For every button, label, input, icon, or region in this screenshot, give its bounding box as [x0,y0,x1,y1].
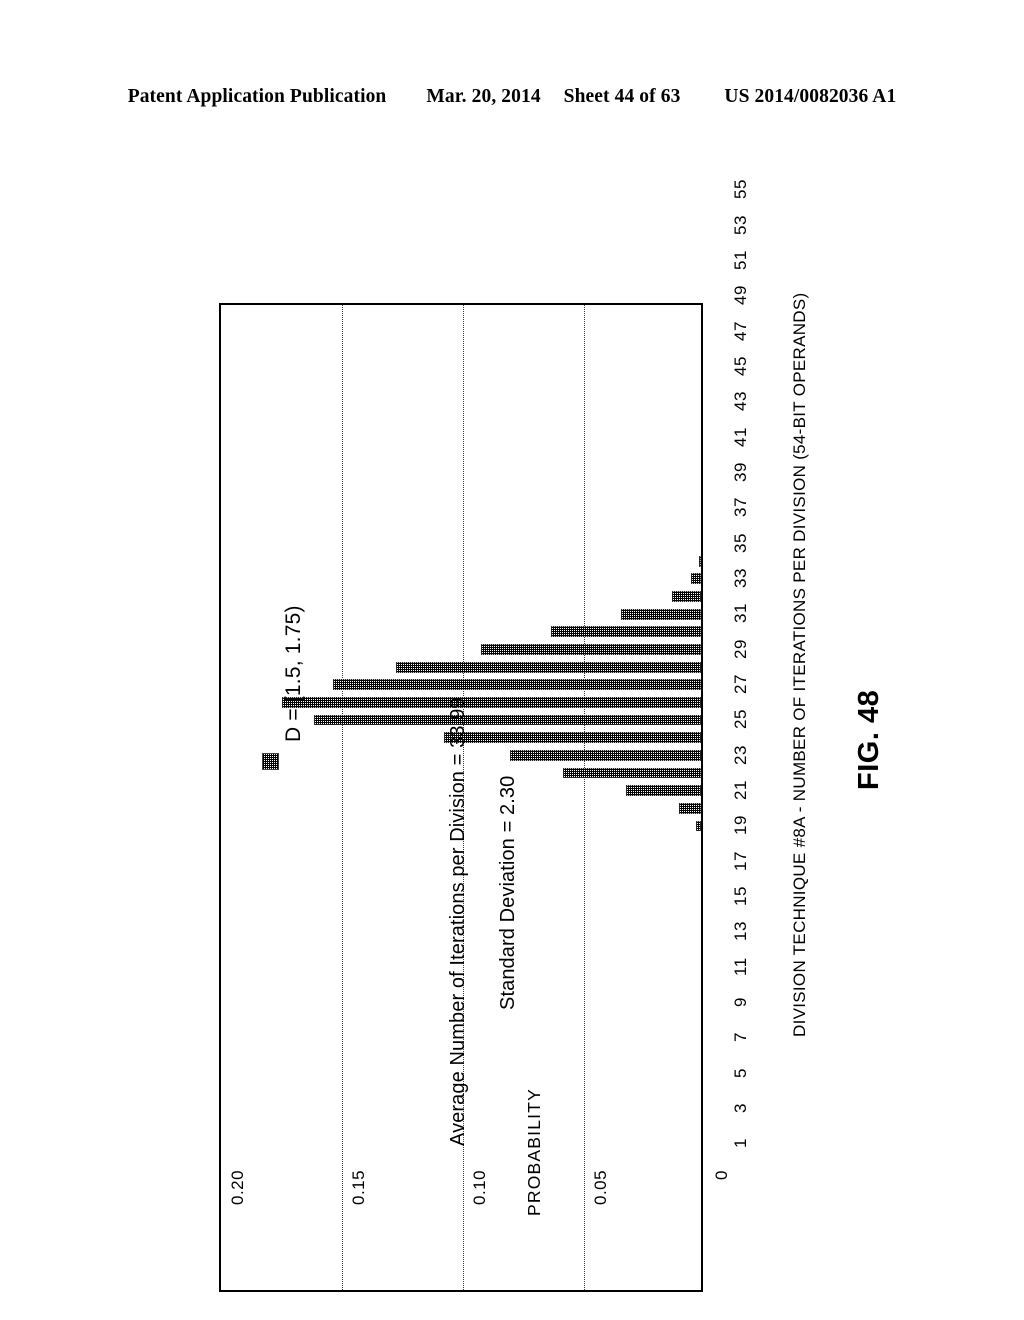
y-axis-tick-label: 0.05 [591,1169,610,1205]
chart-gridline [584,305,585,1290]
chart-bar [550,626,701,638]
x-axis-tick-label: 33 [731,568,750,589]
x-axis-tick-label: 23 [731,744,750,765]
x-axis-tick-label: 9 [731,996,750,1007]
x-axis-tick-label: 25 [731,709,750,730]
x-axis-tick-label: 5 [731,1067,750,1078]
sheet-number: Sheet 44 of 63 [563,86,681,107]
chart-bar [621,608,701,620]
x-axis-tick-label: 11 [731,957,750,977]
chart-bar [563,767,701,779]
x-axis-tick-label: 7 [731,1032,750,1043]
x-axis-tick-label: 27 [731,674,750,694]
x-axis-tick-label: 53 [731,214,750,235]
chart-gridline [342,305,343,1290]
x-axis-tick-label: 45 [731,356,750,377]
chart-bar [282,696,701,708]
y-axis-tick-label: 0.15 [349,1169,368,1205]
hatched-square-swatch [262,753,279,770]
chart-bar [509,749,701,761]
publication-title: Patent Application Publication [127,86,387,107]
chart-bar [698,555,701,567]
patent-header: Patent Application Publication Mar. 20, … [0,86,1024,108]
average-iterations-annotation: Average Number of Iterations per Divisio… [447,697,469,1146]
legend-label: D = [1.5, 1.75) [282,605,305,742]
x-axis-tick-label: 41 [731,426,750,447]
x-axis-tick-label: 29 [731,638,750,659]
x-axis-tick-label: 49 [731,285,750,306]
chart-bar [313,714,701,726]
x-axis-tick-label: 19 [731,815,750,836]
y-axis-tick-label: 0.20 [228,1169,247,1205]
chart-bar [691,573,701,585]
chart-bar [480,643,701,655]
x-axis-tick-label: 15 [731,885,750,906]
x-axis-tick-label: 47 [731,320,750,341]
chart-bar [696,820,701,832]
x-axis-tick-label: 37 [731,497,750,518]
x-axis-tick-label: 43 [731,391,750,412]
chart-bar [396,661,701,673]
figure-area: 1 3 5 7 9 11 13 15 17 19 21 23 25 27 29 31 33 35 37 39 41 43 4… [0,140,1024,1292]
standard-deviation-annotation: Standard Deviation = 2.30 [497,775,519,1010]
x-axis-tick-label: 55 [731,179,750,200]
chart-bar [679,802,701,814]
y-axis-tick-label: 0 [712,1170,731,1180]
x-axis-tick-label: 17 [731,850,750,871]
patent-number: US 2014/0082036 A1 [724,86,897,107]
x-axis-tick-label: 51 [731,250,750,271]
chart-bar [444,732,701,744]
y-axis-title: PROBABILITY [524,1088,544,1216]
x-axis-tick-label: 21 [731,780,750,800]
x-axis-tick-label: 13 [731,921,750,942]
x-axis-tick-label: 1 [731,1138,750,1149]
chart-bar [625,785,701,797]
figure-label: FIG. 48 [853,689,885,790]
x-axis-tick-label: 39 [731,462,750,483]
chart-bar [671,590,701,602]
x-axis-tick-label: 31 [731,603,750,624]
x-axis-tick-label: 35 [731,532,750,553]
y-axis-tick-label: 0.10 [470,1169,489,1205]
x-axis-title: DIVISION TECHNIQUE #8A - NUMBER OF ITERA… [790,292,809,1037]
chart-bar [333,679,701,691]
x-axis-tick-label: 3 [731,1102,750,1113]
publication-date: Mar. 20, 2014 [426,86,541,107]
